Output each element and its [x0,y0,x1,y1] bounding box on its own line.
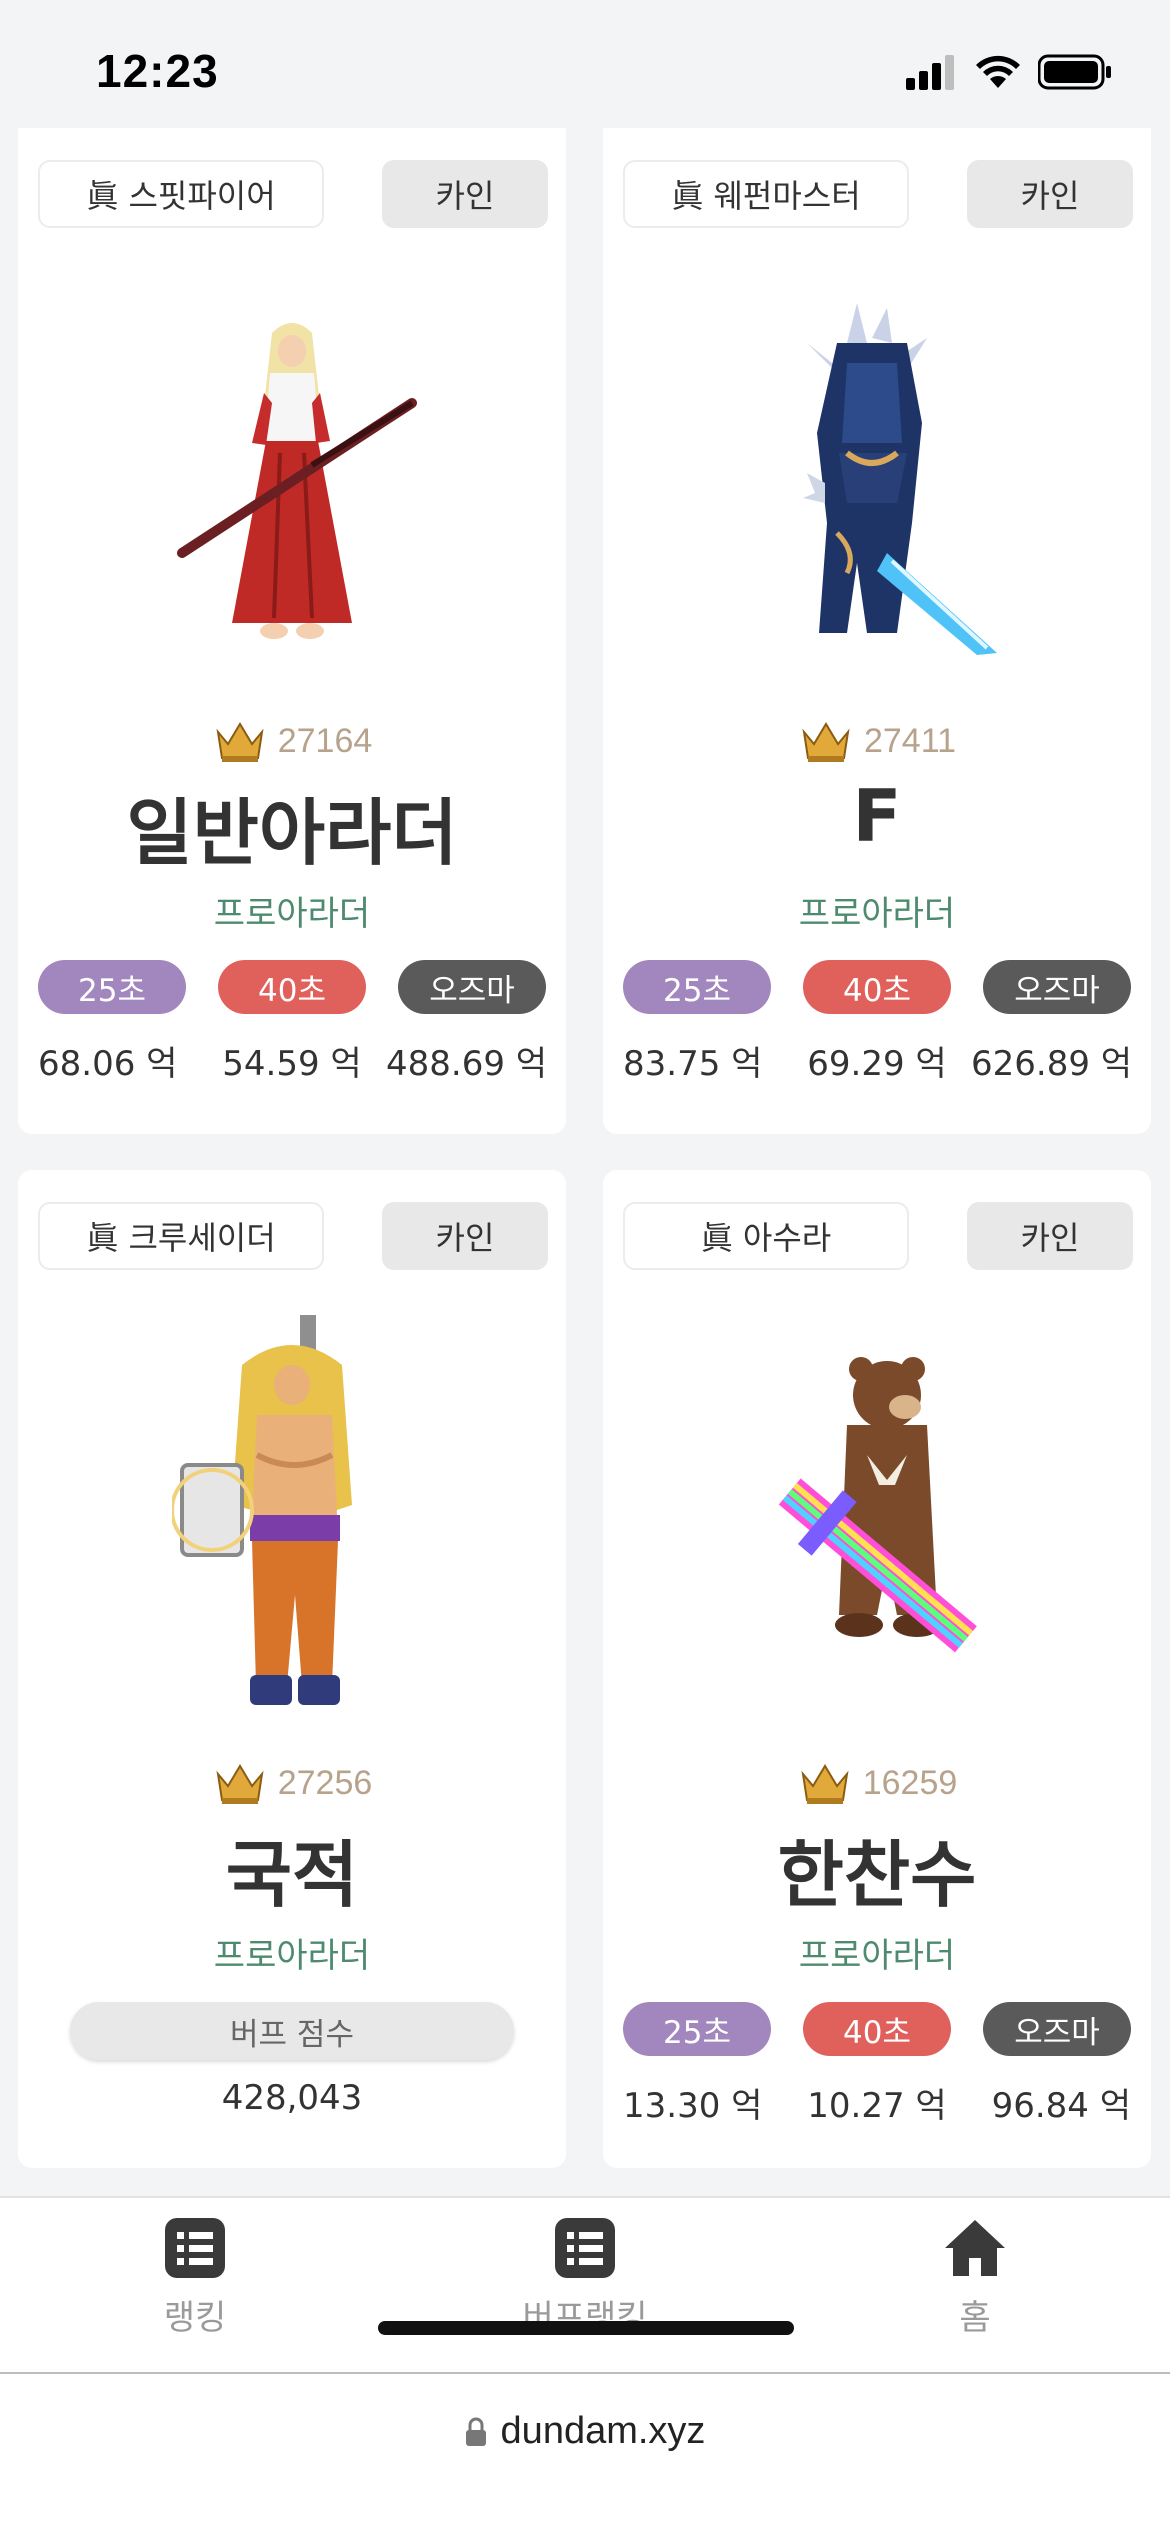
rank-number: 27164 [277,721,373,760]
nav-ranking-label: 랭킹 [163,2298,227,2338]
status-bar: 12:23 [0,0,1170,138]
rank-row: 27256 [18,1760,566,1806]
character-card[interactable]: 眞 크루세이더 카인 27256 국적 프로아라더 버프 점수 428,043 [18,1170,566,2168]
rank-number: 16259 [862,1763,958,1802]
job-tag: 眞 웨펀마스터 [623,160,909,228]
label-25s: 25초 [623,2002,771,2056]
label-40s: 40초 [803,960,951,1014]
value-25s: 13.30 억 [623,2086,763,2126]
value-ozma: 96.84 억 [991,2086,1131,2126]
status-time: 12:23 [96,45,219,97]
list-icon [165,2218,225,2278]
character-card[interactable]: 眞 스핏파이어 카인 27164 일반아라더 프로아라더 25초 40초 오즈마… [18,128,566,1134]
damage-values: 13.30 억 10.27 억 96.84 억 [623,2078,1131,2127]
value-ozma: 488.69 억 [386,1044,548,1084]
crown-icon [216,722,264,762]
battery-icon [1038,54,1111,90]
lock-icon [465,2417,486,2446]
crown-icon [216,1764,264,1804]
server-tag: 카인 [967,1202,1133,1270]
label-25s: 25초 [623,960,771,1014]
shrine-maiden-sword-character [18,258,566,708]
character-name: 일반아라더 [126,791,458,875]
value-ozma: 626.89 억 [971,1044,1133,1084]
bear-rainbow-sword-character [603,1300,1151,1750]
home-indicator[interactable] [378,2321,794,2335]
status-icons [906,52,1112,92]
damage-values: 83.75 억 69.29 억 626.89 억 [623,1036,1133,1085]
damage-values: 68.06 억 54.59 억 488.69 억 [38,1036,548,1085]
list-icon [555,2218,615,2278]
character-name: 한찬수 [777,1833,977,1917]
job-tag: 眞 아수라 [623,1202,909,1270]
crusader-character [18,1300,566,1750]
label-40s: 40초 [803,2002,951,2056]
adventure-name: 프로아라더 [213,1936,371,1976]
rank-number: 27411 [863,721,957,760]
rank-row: 27411 [603,718,1151,764]
value-25s: 68.06 억 [38,1044,178,1084]
url-text: dundam.xyz [500,2410,706,2452]
adventure-name: 프로아라더 [798,1936,956,1976]
job-tag: 眞 크루세이더 [38,1202,324,1270]
bottom-nav: 랭킹 버프랭킹 홈 [0,2196,1170,2374]
server-tag: 카인 [382,160,548,228]
character-card[interactable]: 眞 웨펀마스터 카인 27411 F 프로아라더 25초 40초 오즈마 83.… [603,128,1151,1134]
nav-home[interactable]: 홈 [855,2218,1095,2339]
crown-icon [801,1764,849,1804]
job-tag: 眞 스핏파이어 [38,160,324,228]
buff-score-value: 428,043 [221,2078,363,2118]
browser-url-bar[interactable]: dundam.xyz [0,2374,1170,2532]
label-25s: 25초 [38,960,186,1014]
rank-number: 27256 [277,1763,373,1802]
nav-home-label: 홈 [959,2298,991,2338]
label-ozma: 오즈마 [983,960,1131,1014]
buff-score-label: 버프 점수 [70,2002,514,2060]
damage-labels: 25초 40초 오즈마 [38,960,546,1014]
rank-row: 27164 [18,718,566,764]
signal-icon [906,55,954,90]
label-40s: 40초 [218,960,366,1014]
adventure-name: 프로아라더 [213,894,371,934]
server-tag: 카인 [967,160,1133,228]
damage-labels: 25초 40초 오즈마 [623,960,1131,1014]
value-25s: 83.75 억 [623,1044,763,1084]
home-icon [945,2220,1005,2276]
armored-weapon-master-character [603,258,1151,708]
character-name: F [852,774,902,858]
server-tag: 카인 [382,1202,548,1270]
label-ozma: 오즈마 [398,960,546,1014]
adventure-name: 프로아라더 [798,894,956,934]
value-40s: 54.59 억 [222,1044,362,1084]
character-card[interactable]: 眞 아수라 카인 16259 한찬수 프로아라더 25초 40초 오즈마 13.… [603,1170,1151,2168]
rank-row: 16259 [603,1760,1151,1806]
nav-ranking[interactable]: 랭킹 [75,2218,315,2339]
value-40s: 10.27 억 [807,2086,947,2126]
crown-icon [802,722,850,762]
value-40s: 69.29 억 [807,1044,947,1084]
damage-labels: 25초 40초 오즈마 [623,2002,1131,2056]
character-name: 국적 [225,1833,359,1917]
url-display[interactable]: dundam.xyz [0,2410,1170,2453]
wifi-icon [976,55,1020,88]
label-ozma: 오즈마 [983,2002,1131,2056]
